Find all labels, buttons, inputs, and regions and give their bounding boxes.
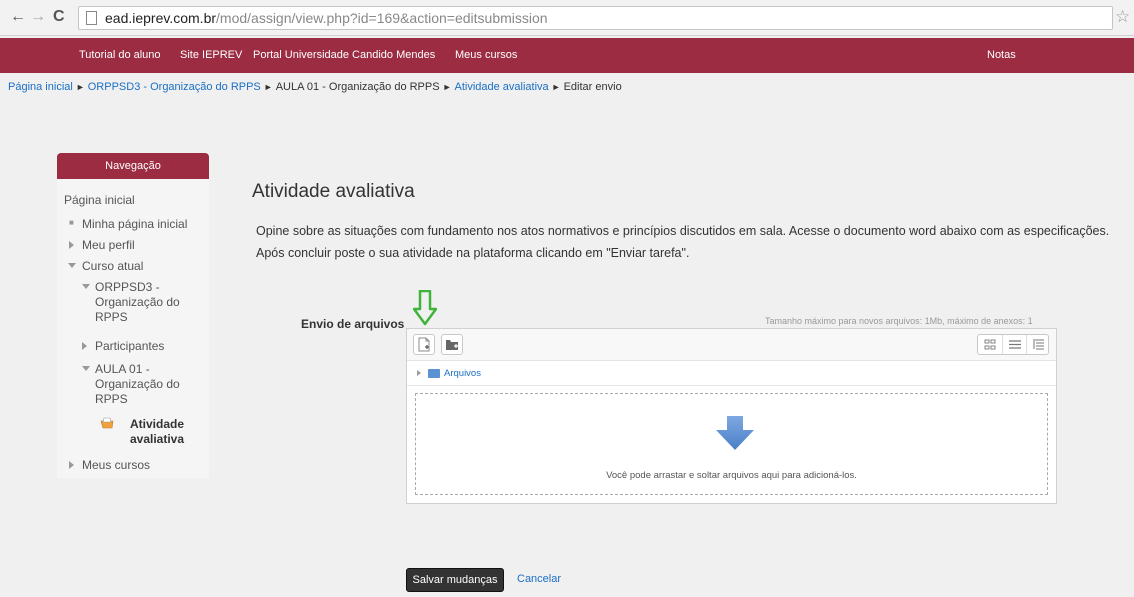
expand-right-icon[interactable] <box>82 342 87 350</box>
navigation-block: Navegação Página inicial ■ Minha página … <box>57 153 209 478</box>
breadcrumb-separator: ► <box>442 82 452 92</box>
nav-link-meus-cursos[interactable]: Meus cursos <box>455 49 517 61</box>
navigation-title: Navegação <box>57 153 209 179</box>
url-path: /mod/assign/view.php?id=169&action=edits… <box>216 10 548 26</box>
nav-link-portal-ucam[interactable]: Portal Universidade Candido Mendes <box>253 49 435 61</box>
bullet-icon: ■ <box>69 218 74 227</box>
breadcrumb-course[interactable]: ORPPSD3 - Organização do RPPS <box>88 81 261 93</box>
nav-activity[interactable]: Atividade avaliativa <box>109 417 205 447</box>
browser-toolbar: ← → C ead.ieprev.com.br/mod/assign/view.… <box>0 0 1134 36</box>
nav-link-tutorial[interactable]: Tutorial do aluno <box>79 49 161 61</box>
grid-view-icon <box>984 339 996 350</box>
file-manager-toolbar <box>407 329 1056 361</box>
site-nav-bar: Tutorial do aluno Site IEPREV Portal Uni… <box>0 38 1134 73</box>
expand-down-icon[interactable] <box>68 263 76 268</box>
url-text[interactable]: ead.ieprev.com.br/mod/assign/view.php?id… <box>105 10 548 26</box>
max-file-size-note: Tamanho máximo para novos arquivos: 1Mb,… <box>765 316 1033 326</box>
breadcrumb-activity[interactable]: Atividade avaliativa <box>455 81 549 93</box>
assignment-intro: Opine sobre as situações com fundamento … <box>256 224 1110 260</box>
view-mode-switcher <box>977 334 1049 355</box>
new-folder-icon <box>446 340 458 350</box>
expand-right-icon[interactable] <box>417 370 421 376</box>
nav-link-notas[interactable]: Notas <box>987 49 1016 61</box>
drop-zone-text: Você pode arrastar e soltar arquivos aqu… <box>606 470 857 481</box>
nav-current-course[interactable]: Curso atual <box>82 259 143 274</box>
add-file-icon <box>418 337 430 352</box>
url-host: ead.ieprev.com.br <box>105 10 217 26</box>
list-view-icon <box>1009 340 1021 349</box>
nav-my-courses[interactable]: Meus cursos <box>82 458 150 473</box>
breadcrumb-separator: ► <box>263 82 273 92</box>
reload-icon[interactable]: C <box>53 8 65 26</box>
breadcrumb: Página inicial ► ORPPSD3 - Organização do … <box>8 81 622 93</box>
expand-down-icon[interactable] <box>82 284 90 289</box>
folder-files-link[interactable]: Arquivos <box>444 368 481 379</box>
nav-my-home[interactable]: Minha página inicial <box>82 217 187 232</box>
file-drop-zone[interactable]: Você pode arrastar e soltar arquivos aqu… <box>415 393 1048 495</box>
breadcrumb-bar: Página inicial ► ORPPSD3 - Organização do … <box>0 73 1134 101</box>
expand-right-icon[interactable] <box>69 461 74 469</box>
page-title: Atividade avaliativa <box>252 181 415 202</box>
address-bar[interactable]: ead.ieprev.com.br/mod/assign/view.php?id… <box>78 6 1113 30</box>
view-tree-button[interactable] <box>1026 335 1050 354</box>
expand-down-icon[interactable] <box>82 366 90 371</box>
page-icon <box>86 11 97 25</box>
breadcrumb-separator: ► <box>551 82 561 92</box>
save-changes-button[interactable]: Salvar mudanças <box>406 568 504 592</box>
nav-link-site-ieprev[interactable]: Site IEPREV <box>180 49 242 61</box>
file-submission-label: Envio de arquivos <box>301 317 405 331</box>
view-list-button[interactable] <box>1002 335 1026 354</box>
drop-arrow-down-icon <box>716 416 754 450</box>
tree-view-icon <box>1033 339 1044 350</box>
nav-course-orppsd3[interactable]: ORPPSD3 - Organização do RPPS <box>95 280 205 325</box>
nav-home[interactable]: Página inicial <box>64 193 135 208</box>
forward-icon[interactable]: → <box>30 8 46 26</box>
breadcrumb-lesson: AULA 01 - Organização do RPPS <box>275 81 440 93</box>
nav-lesson-aula01[interactable]: AULA 01 - Organização do RPPS <box>95 362 205 407</box>
file-manager: Arquivos Você pode arrastar e soltar arq… <box>406 328 1057 504</box>
create-folder-button[interactable] <box>441 334 463 355</box>
back-icon[interactable]: ← <box>10 8 26 26</box>
folder-icon <box>428 369 440 378</box>
cancel-link[interactable]: Cancelar <box>517 573 561 585</box>
nav-participants[interactable]: Participantes <box>95 339 164 354</box>
breadcrumb-separator: ► <box>75 82 85 92</box>
breadcrumb-home[interactable]: Página inicial <box>8 81 73 93</box>
expand-right-icon[interactable] <box>69 241 74 249</box>
add-file-button[interactable] <box>413 334 435 355</box>
bookmark-star-icon[interactable]: ☆ <box>1115 7 1130 27</box>
nav-profile[interactable]: Meu perfil <box>82 238 135 253</box>
view-icons-button[interactable] <box>978 335 1002 354</box>
green-arrow-down-icon <box>413 290 437 326</box>
file-manager-path: Arquivos <box>407 362 1056 386</box>
breadcrumb-current: Editar envio <box>563 81 622 93</box>
